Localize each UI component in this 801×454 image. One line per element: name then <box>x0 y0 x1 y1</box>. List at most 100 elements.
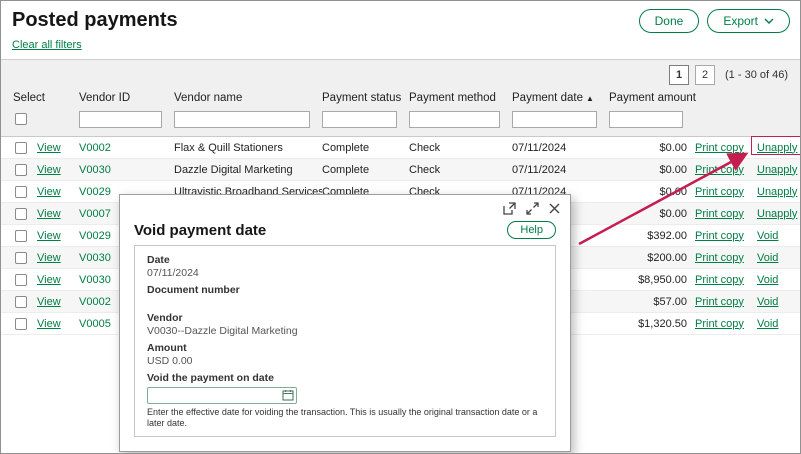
print-copy-link[interactable]: Print copy <box>695 252 757 264</box>
print-copy-link[interactable]: Print copy <box>695 164 757 176</box>
close-icon[interactable] <box>549 203 560 214</box>
cell-payment-method: Check <box>409 164 512 176</box>
maximize-icon[interactable] <box>526 202 539 215</box>
view-link[interactable]: View <box>37 296 79 308</box>
view-link[interactable]: View <box>37 208 79 220</box>
select-all-checkbox[interactable] <box>15 113 27 125</box>
row-checkbox[interactable] <box>15 164 27 176</box>
col-vendor-id[interactable]: Vendor ID <box>79 92 174 104</box>
row-action-link[interactable]: Unapply <box>757 186 801 198</box>
row-checkbox[interactable] <box>15 186 27 198</box>
calendar-icon[interactable] <box>282 389 294 404</box>
field-value-date: 07/11/2024 <box>147 267 543 280</box>
table-row: View V0002 Flax & Quill Stationers Compl… <box>1 137 800 159</box>
top-bar: Posted payments Done Export <box>1 1 800 33</box>
col-payment-method[interactable]: Payment method <box>409 92 512 104</box>
filter-vendor-id[interactable] <box>79 111 162 128</box>
popout-icon[interactable] <box>503 202 516 215</box>
void-date-help-text: Enter the effective date for voiding the… <box>147 407 543 429</box>
filter-payment-status[interactable] <box>322 111 397 128</box>
field-label-amount: Amount <box>147 342 543 355</box>
row-action-link[interactable]: Void <box>757 318 801 330</box>
cell-payment-status: Complete <box>322 164 409 176</box>
table-header: Select Vendor ID Vendor name Payment sta… <box>1 90 800 137</box>
filter-payment-date[interactable] <box>512 111 597 128</box>
view-link[interactable]: View <box>37 318 79 330</box>
col-vendor-name[interactable]: Vendor name <box>174 92 322 104</box>
dialog-window-controls <box>503 202 560 215</box>
clear-all-filters-link[interactable]: Clear all filters <box>12 39 82 51</box>
col-select: Select <box>13 92 79 104</box>
row-action-link[interactable]: Void <box>757 252 801 264</box>
field-value-amount: USD 0.00 <box>147 355 543 368</box>
row-action-link[interactable]: Unapply <box>757 142 801 154</box>
page-button-1[interactable]: 1 <box>669 65 689 85</box>
filter-vendor-name[interactable] <box>174 111 310 128</box>
row-action-link[interactable]: Unapply <box>757 208 801 220</box>
row-action-link[interactable]: Unapply <box>757 164 801 176</box>
cell-payment-amount: $392.00 <box>609 230 695 242</box>
export-label: Export <box>723 14 758 28</box>
col-payment-amount[interactable]: Payment amount <box>609 92 695 104</box>
cell-payment-amount: $57.00 <box>609 296 695 308</box>
cell-vendor-id[interactable]: V0002 <box>79 142 174 154</box>
view-link[interactable]: View <box>37 274 79 286</box>
print-copy-link[interactable]: Print copy <box>695 318 757 330</box>
print-copy-link[interactable]: Print copy <box>695 230 757 242</box>
view-link[interactable]: View <box>37 164 79 176</box>
row-checkbox[interactable] <box>15 296 27 308</box>
chevron-down-icon <box>764 18 774 24</box>
export-button[interactable]: Export <box>707 9 790 33</box>
row-checkbox[interactable] <box>15 208 27 220</box>
print-copy-link[interactable]: Print copy <box>695 142 757 154</box>
row-checkbox[interactable] <box>15 274 27 286</box>
cell-vendor-name: Flax & Quill Stationers <box>174 142 322 154</box>
col-payment-date[interactable]: Payment date▲ <box>512 92 609 104</box>
field-label-date: Date <box>147 254 543 267</box>
memo-label: Memo <box>147 434 543 437</box>
cell-payment-amount: $1,320.50 <box>609 318 695 330</box>
cell-payment-amount: $0.00 <box>609 186 695 198</box>
row-checkbox[interactable] <box>15 252 27 264</box>
print-copy-link[interactable]: Print copy <box>695 208 757 220</box>
col-payment-status[interactable]: Payment status <box>322 92 409 104</box>
row-checkbox[interactable] <box>15 142 27 154</box>
void-date-label: Void the payment on date <box>147 372 543 385</box>
cell-payment-amount: $0.00 <box>609 208 695 220</box>
field-label-document-number: Document number <box>147 284 543 297</box>
field-label-vendor: Vendor <box>147 312 543 325</box>
filter-payment-method[interactable] <box>409 111 500 128</box>
help-button[interactable]: Help <box>507 221 556 239</box>
void-date-input[interactable] <box>147 387 297 404</box>
cell-payment-status: Complete <box>322 142 409 154</box>
cell-payment-amount: $0.00 <box>609 164 695 176</box>
cell-payment-amount: $0.00 <box>609 142 695 154</box>
view-link[interactable]: View <box>37 230 79 242</box>
print-copy-link[interactable]: Print copy <box>695 274 757 286</box>
page-title: Posted payments <box>12 9 178 32</box>
view-link[interactable]: View <box>37 252 79 264</box>
print-copy-link[interactable]: Print copy <box>695 296 757 308</box>
row-checkbox[interactable] <box>15 230 27 242</box>
filter-payment-amount[interactable] <box>609 111 683 128</box>
print-copy-link[interactable]: Print copy <box>695 186 757 198</box>
row-checkbox[interactable] <box>15 318 27 330</box>
posted-payments-page: Posted payments Done Export Clear all fi… <box>0 0 801 454</box>
row-action-link[interactable]: Void <box>757 230 801 242</box>
cell-payment-method: Check <box>409 142 512 154</box>
row-action-link[interactable]: Void <box>757 274 801 286</box>
dialog-title: Void payment date <box>134 222 266 239</box>
done-button[interactable]: Done <box>639 9 700 33</box>
top-buttons: Done Export <box>639 9 790 33</box>
view-link[interactable]: View <box>37 142 79 154</box>
page-button-2[interactable]: 2 <box>695 65 715 85</box>
void-payment-dialog: Void payment date Help Date 07/11/2024 D… <box>119 194 571 452</box>
cell-vendor-id[interactable]: V0030 <box>79 164 174 176</box>
row-action-link[interactable]: Void <box>757 296 801 308</box>
view-link[interactable]: View <box>37 186 79 198</box>
dialog-body: Date 07/11/2024 Document number Vendor V… <box>134 245 556 437</box>
table-row: View V0030 Dazzle Digital Marketing Comp… <box>1 159 800 181</box>
field-value-vendor: V0030--Dazzle Digital Marketing <box>147 325 543 338</box>
sort-ascending-icon: ▲ <box>586 94 594 103</box>
cell-payment-date: 07/11/2024 <box>512 164 609 176</box>
